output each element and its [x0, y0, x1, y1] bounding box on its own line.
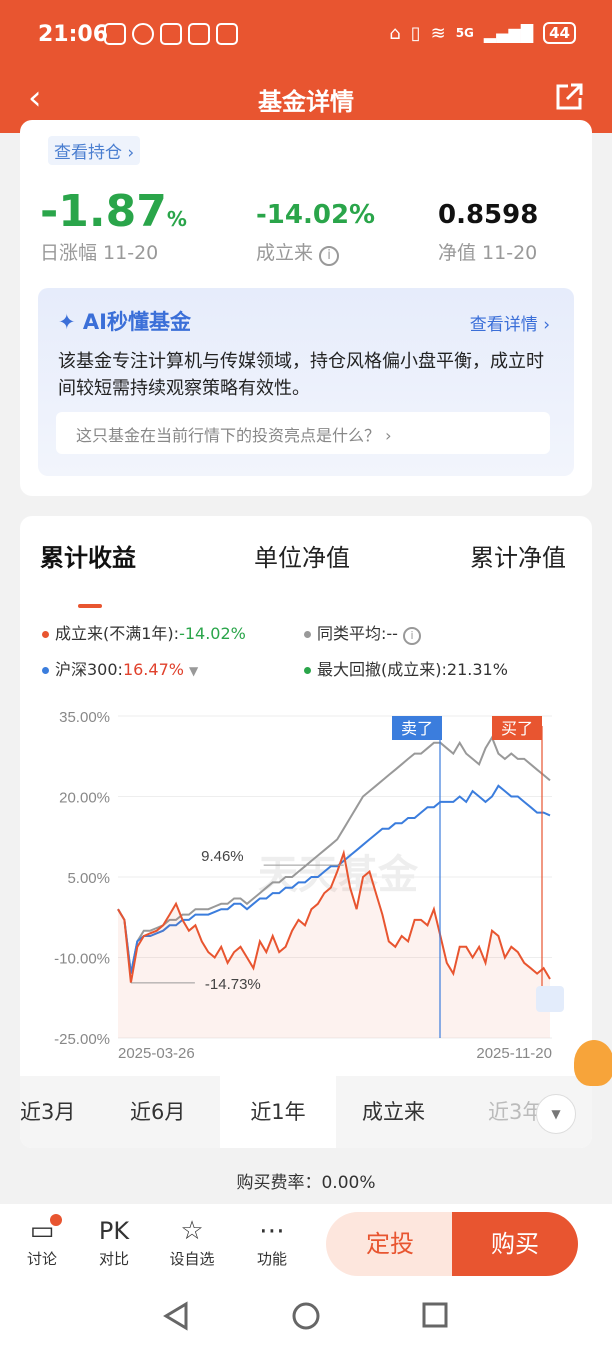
purchase-fee: 购买费率：0.00%: [236, 1173, 376, 1193]
discuss-button[interactable]: ▭ 讨论: [12, 1214, 72, 1269]
fund-summary-card: 查看持仓 › -1.87% 日涨幅 11-20 -14.02% 成立来 i 0.…: [20, 120, 592, 496]
x-tick-label-end: 2025-11-20: [476, 1045, 552, 1058]
alarm-icon: [132, 23, 154, 45]
period-3m[interactable]: 近3月: [20, 1096, 75, 1126]
since-inception-value: -14.02%: [256, 200, 376, 230]
y-tick-label: -25.00%: [54, 1031, 110, 1048]
period-since-inception[interactable]: 成立来: [362, 1096, 425, 1126]
period-1y[interactable]: 近1年: [220, 1076, 336, 1148]
compare-label: 对比: [98, 1250, 129, 1268]
info-icon[interactable]: i: [319, 246, 340, 266]
discuss-label: 讨论: [26, 1250, 57, 1268]
period-6m[interactable]: 近6月: [130, 1096, 185, 1126]
return-chart[interactable]: 35.00% 20.00% 5.00% -10.00% -25.00% 2025-03-2…: [20, 698, 592, 1058]
chart-tabs: 累计收益 单位净值 累计净值: [20, 538, 592, 608]
tab-cumulative-nav[interactable]: 累计净值: [470, 538, 566, 573]
app-icon: [160, 23, 182, 45]
compare-button[interactable]: PK 对比: [84, 1214, 144, 1269]
wifi-icon: ≋: [430, 22, 446, 44]
ai-more-link[interactable]: 查看详情 ›: [470, 310, 550, 335]
tab-cumulative-return[interactable]: 累计收益: [40, 538, 136, 573]
nfc-icon: [104, 23, 126, 45]
info-icon[interactable]: i: [403, 627, 422, 645]
view-holdings-link[interactable]: 查看持仓 ›: [48, 136, 141, 165]
vibrate-icon: ▯: [410, 22, 421, 44]
y-tick-label: -10.00%: [54, 951, 110, 968]
chart-card: 累计收益 单位净值 累计净值 成立来(不满1年):-14.02% 同类平均:--…: [20, 516, 592, 1148]
expand-periods-icon[interactable]: ▼: [536, 1094, 576, 1134]
ai-summary-box: ✦ AI秒懂基金 查看详情 › 该基金专注计算机与传媒领域，持仓风格偏小盘平衡，…: [38, 288, 574, 476]
back-nav-icon[interactable]: [163, 1301, 188, 1331]
nav-label: 净值 11-20: [438, 242, 538, 264]
auto-invest-button[interactable]: 定投: [326, 1212, 454, 1276]
low-label: -14.73%: [205, 976, 261, 993]
add-watchlist-button[interactable]: ☆ 设自选: [162, 1214, 222, 1269]
mascot-icon[interactable]: [574, 1040, 612, 1086]
daily-change-value: -1.87: [40, 186, 167, 237]
tab-unit-nav[interactable]: 单位净值: [254, 538, 350, 573]
headphone-icon: ⌂: [389, 22, 401, 44]
period-3y[interactable]: 近3年: [488, 1096, 543, 1126]
bottom-action-bar: ▭ 讨论 PK 对比 ☆ 设自选 ⋯ 功能 定投 购买: [0, 1204, 612, 1284]
recents-nav-icon[interactable]: [422, 1302, 448, 1328]
system-icons: ⌂ ▯ ≋ 5G ▂▄▆█ 44: [389, 22, 576, 44]
home-nav-icon[interactable]: [292, 1302, 320, 1330]
sell-tag-label: 卖了: [401, 719, 433, 738]
zoom-icon: [536, 986, 564, 1012]
active-tab-indicator: [78, 604, 102, 608]
functions-label: 功能: [256, 1250, 287, 1268]
daily-change-unit: %: [166, 207, 187, 231]
buy-tag-label: 买了: [501, 719, 533, 738]
navigation-bar: ‹ 基金详情: [0, 70, 612, 126]
ai-title: ✦ AI秒懂基金: [58, 310, 191, 334]
message-icon: [216, 23, 238, 45]
y-tick-label: 5.00%: [67, 870, 110, 887]
functions-button[interactable]: ⋯ 功能: [242, 1214, 302, 1269]
period-selector: 近3月 近6月 近1年 成立来 近3年 ▼: [20, 1076, 592, 1148]
network-label: 5G: [455, 26, 474, 40]
pk-icon: PK: [98, 1217, 130, 1245]
high-label: 9.46%: [201, 848, 244, 865]
star-icon: ☆: [180, 1216, 204, 1246]
page-title: 基金详情: [258, 88, 354, 116]
notification-icons: [104, 23, 238, 45]
legend-max-drawdown: 最大回撤(成立来):21.31%: [304, 656, 508, 680]
more-icon: ⋯: [259, 1216, 285, 1246]
chat-icon: ▭: [12, 1214, 72, 1248]
share-icon[interactable]: [554, 82, 584, 112]
status-time: 21:06: [38, 22, 109, 47]
battery-level: 44: [543, 22, 576, 44]
y-tick-label: 35.00%: [59, 709, 110, 726]
status-bar: 21:06 ⌂ ▯ ≋ 5G ▂▄▆█ 44: [0, 20, 612, 52]
ai-description: 该基金专注计算机与传媒领域，持仓风格偏小盘平衡，成立时间较短需持续观察策略有效性…: [58, 351, 544, 399]
since-inception-label: 成立来 i: [256, 238, 340, 266]
nav-value: 0.8598: [438, 200, 539, 230]
ai-question-button[interactable]: 这只基金在当前行情下的投资亮点是什么？ ›: [56, 412, 550, 454]
watchlist-label: 设自选: [169, 1250, 215, 1268]
daily-change-label: 日涨幅 11-20: [40, 242, 159, 264]
chart-app-icon: [188, 23, 210, 45]
y-tick-label: 20.00%: [59, 790, 110, 807]
legend-peer: 同类平均:-- i: [304, 620, 422, 645]
buy-button[interactable]: 购买: [452, 1212, 578, 1276]
x-tick-label-start: 2025-03-26: [118, 1045, 195, 1058]
legend-fund: 成立来(不满1年):-14.02%: [42, 620, 246, 644]
signal-icon: ▂▄▆█: [483, 23, 534, 43]
daily-change: -1.87%: [40, 186, 187, 237]
system-navigation: [0, 1284, 612, 1350]
sparkle-icon: ✦: [58, 310, 76, 334]
legend-index[interactable]: 沪深300:16.47% ▼: [42, 656, 198, 680]
dropdown-icon: ▼: [189, 664, 199, 678]
